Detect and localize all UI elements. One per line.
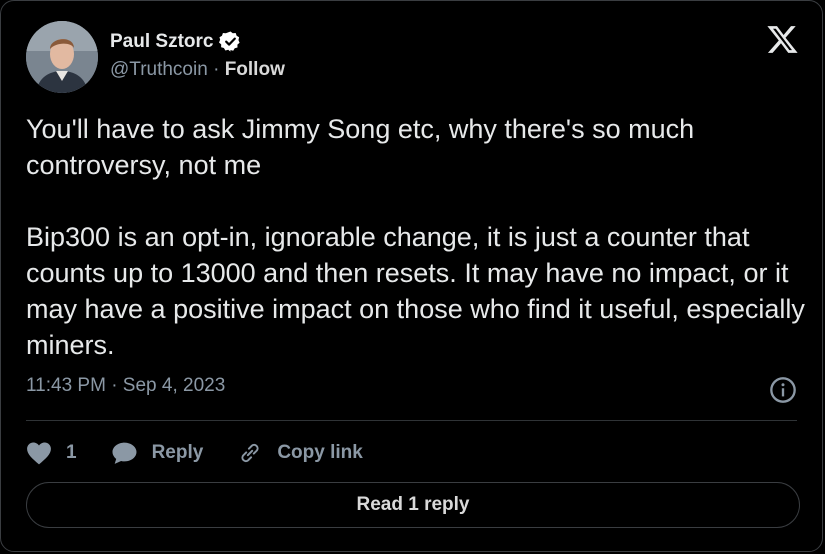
handle-separator: · [213,59,220,80]
tweet-text: You'll have to ask Jimmy Song etc, why t… [26,111,811,363]
tweet-paragraph: Bip300 is an opt-in, ignorable change, i… [26,222,805,360]
author-name-row: Paul Sztorc [110,30,242,53]
copy-link-button[interactable]: Copy link [237,440,363,466]
copy-link-label: Copy link [277,442,363,463]
like-button[interactable]: 1 [26,441,77,465]
like-count: 1 [66,442,77,463]
author-name[interactable]: Paul Sztorc [110,31,213,53]
heart-icon [27,442,51,465]
verified-badge-icon [219,30,242,53]
author-handle[interactable]: @Truthcoin [110,59,208,80]
read-replies-button[interactable]: Read 1 reply [26,482,800,528]
info-icon[interactable] [769,376,797,404]
avatar[interactable] [26,21,98,93]
read-replies-label: Read 1 reply [356,494,470,515]
tweet-timestamp[interactable]: 11:43 PM · Sep 4, 2023 [26,375,225,397]
tweet-paragraph: You'll have to ask Jimmy Song etc, why t… [26,114,695,180]
divider [26,420,797,421]
link-icon [241,443,259,463]
x-logo-icon[interactable] [766,23,799,56]
action-bar: 1 Reply Copy link [26,435,397,471]
author-handle-row: @Truthcoin · Follow [110,59,285,81]
reply-bubble-icon [112,442,137,464]
reply-label: Reply [151,442,204,463]
follow-link[interactable]: Follow [225,59,285,80]
reply-button[interactable]: Reply [111,441,204,465]
tweet-card: Paul Sztorc @Truthcoin · Follow You'll h… [0,0,823,552]
